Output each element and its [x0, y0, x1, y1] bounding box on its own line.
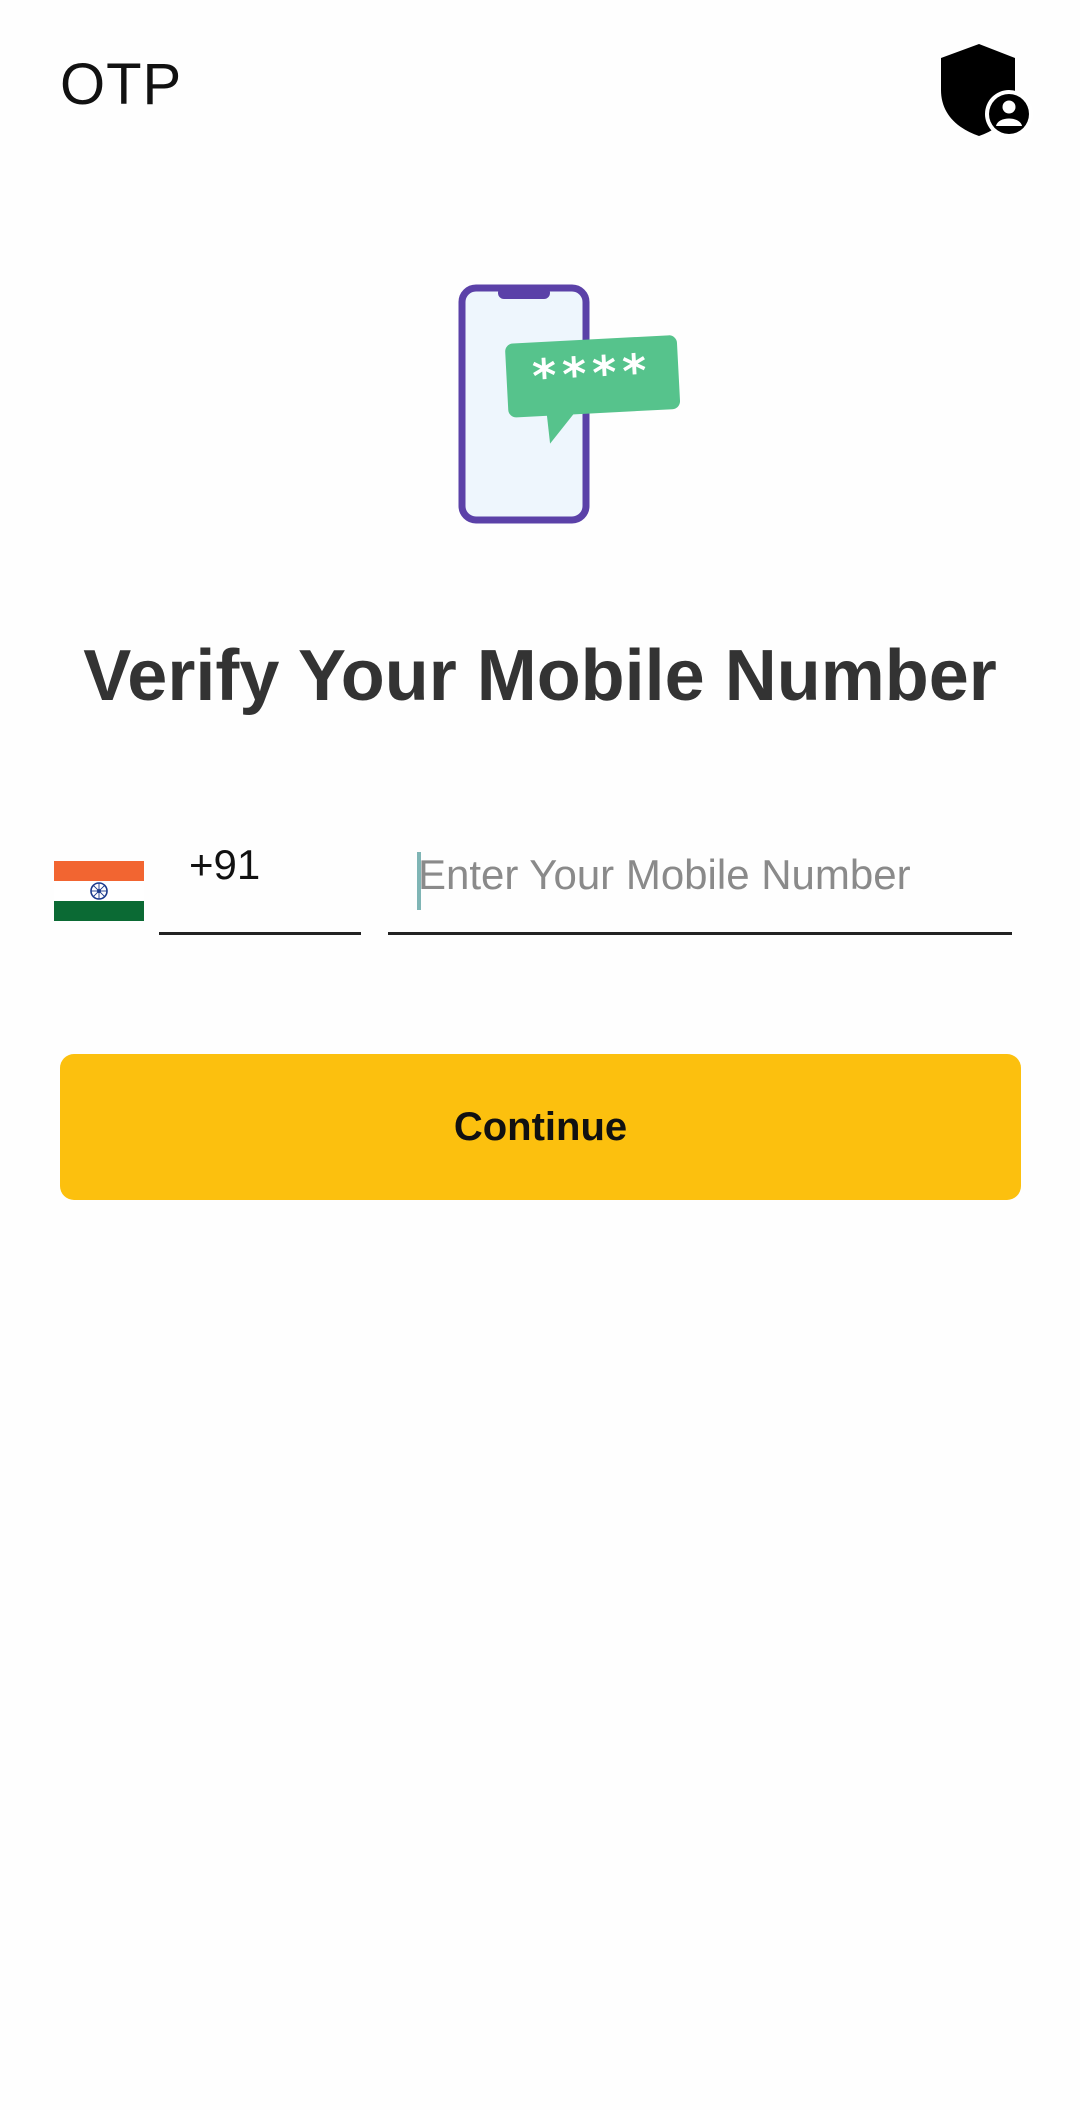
country-code-value: +91 [189, 841, 261, 888]
app-bar-title: OTP [60, 52, 183, 117]
india-flag-icon[interactable] [54, 861, 144, 921]
text-cursor [417, 852, 421, 910]
mobile-number-input[interactable] [418, 830, 1008, 920]
otp-mask-text: **** [531, 343, 654, 403]
mobile-number-field[interactable] [388, 830, 1012, 935]
phone-otp-illustration: **** [450, 280, 690, 530]
country-code-field[interactable]: +91 [159, 830, 361, 935]
otp-screen: OTP **** Verify Your Mobile Number +91 E… [0, 0, 1080, 2110]
continue-button[interactable]: Continue [60, 1054, 1021, 1200]
page-heading: Verify Your Mobile Number [83, 636, 997, 716]
shield-user-icon[interactable] [935, 40, 1035, 140]
